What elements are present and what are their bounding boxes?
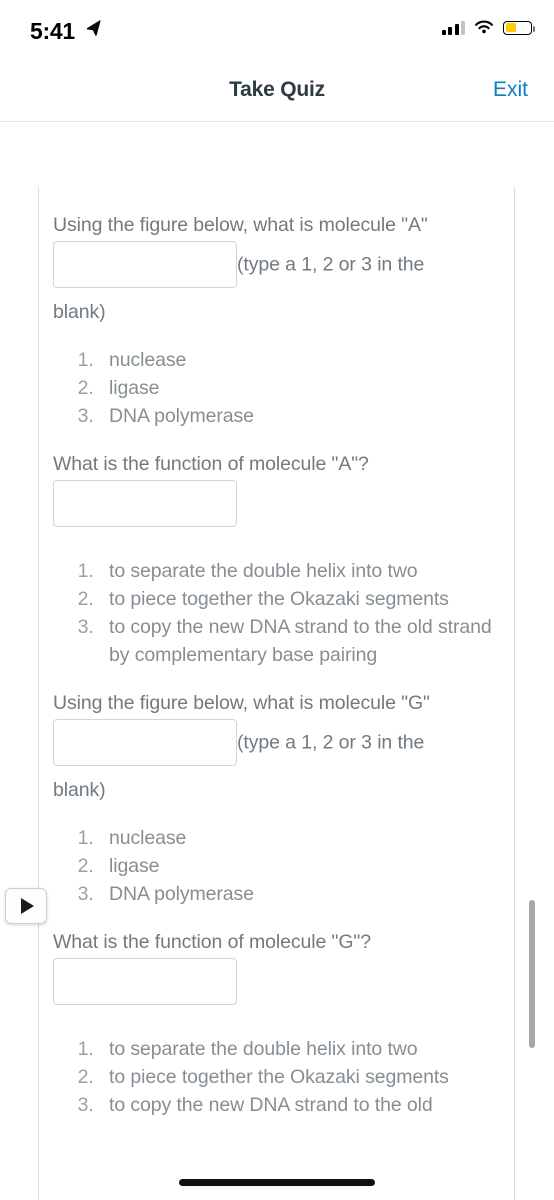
question-3-prompt-text: Using the figure below, what is molecule… — [53, 692, 430, 714]
question-2-prompt: What is the function of molecule "A"? — [53, 448, 500, 527]
question-1-choices: nuclease ligase DNA polymerase — [53, 346, 500, 430]
question-3-prompt: Using the figure below, what is molecule… — [53, 687, 500, 806]
navigation-bar: Take Quiz Exit — [0, 58, 554, 122]
wifi-icon — [475, 20, 493, 34]
question-1-prompt: Using the figure below, what is molecule… — [53, 209, 500, 328]
question-2-answer-input[interactable] — [53, 480, 237, 527]
status-time: 5:41 — [30, 18, 75, 44]
question-2-prompt-text: What is the function of molecule "A"? — [53, 453, 369, 475]
list-item: ligase — [99, 374, 500, 402]
play-triangle-icon[interactable] — [5, 888, 47, 924]
list-item: to copy the new DNA strand to the old — [99, 1091, 500, 1119]
question-4-choices: to separate the double helix into two to… — [53, 1035, 500, 1119]
play-triangle-glyph — [21, 898, 34, 914]
exit-button[interactable]: Exit — [493, 78, 528, 102]
list-item: to copy the new DNA strand to the old st… — [99, 613, 500, 669]
list-item: DNA polymerase — [99, 402, 500, 430]
question-1-answer-input[interactable] — [53, 241, 237, 288]
status-bar: 5:41 — [0, 0, 554, 58]
question-1-hint-tail: blank) — [53, 301, 106, 323]
question-block-2: What is the function of molecule "A"? to… — [53, 448, 500, 669]
quiz-content-frame: Using the figure below, what is molecule… — [38, 187, 515, 1200]
question-block-4: What is the function of molecule "G"? to… — [53, 926, 500, 1119]
question-2-choices: to separate the double helix into two to… — [53, 557, 500, 669]
question-3-hint: (type a 1, 2 or 3 in the — [237, 731, 425, 754]
question-1-hint: (type a 1, 2 or 3 in the — [237, 253, 425, 276]
list-item: to piece together the Okazaki segments — [99, 585, 500, 613]
list-item: to piece together the Okazaki segments — [99, 1063, 500, 1091]
status-icons-group — [441, 20, 535, 35]
home-indicator — [179, 1179, 375, 1186]
question-3-choices: nuclease ligase DNA polymerase — [53, 824, 500, 908]
location-arrow-icon — [86, 20, 102, 36]
question-4-prompt-text: What is the function of molecule "G"? — [53, 931, 371, 953]
question-3-hint-tail: blank) — [53, 779, 106, 801]
vertical-scrollbar[interactable] — [529, 900, 535, 1048]
list-item: nuclease — [99, 346, 500, 374]
list-item: nuclease — [99, 824, 500, 852]
quiz-questions-list: Using the figure below, what is molecule… — [39, 187, 514, 1119]
question-block-1: Using the figure below, what is molecule… — [53, 209, 500, 430]
list-item: to separate the double helix into two — [99, 557, 500, 585]
question-4-prompt: What is the function of molecule "G"? — [53, 926, 500, 1005]
page-title: Take Quiz — [229, 77, 325, 101]
question-block-3: Using the figure below, what is molecule… — [53, 687, 500, 908]
cellular-signal-icon — [441, 20, 465, 35]
battery-low-power-icon — [503, 20, 535, 35]
list-item: DNA polymerase — [99, 880, 500, 908]
question-4-answer-input[interactable] — [53, 958, 237, 1005]
list-item: ligase — [99, 852, 500, 880]
list-item: to separate the double helix into two — [99, 1035, 500, 1063]
question-3-answer-input[interactable] — [53, 719, 237, 766]
phone-screen: 5:41 Take Quiz Exit Using the figure bel… — [0, 0, 554, 1200]
question-1-prompt-text: Using the figure below, what is molecule… — [53, 214, 428, 236]
